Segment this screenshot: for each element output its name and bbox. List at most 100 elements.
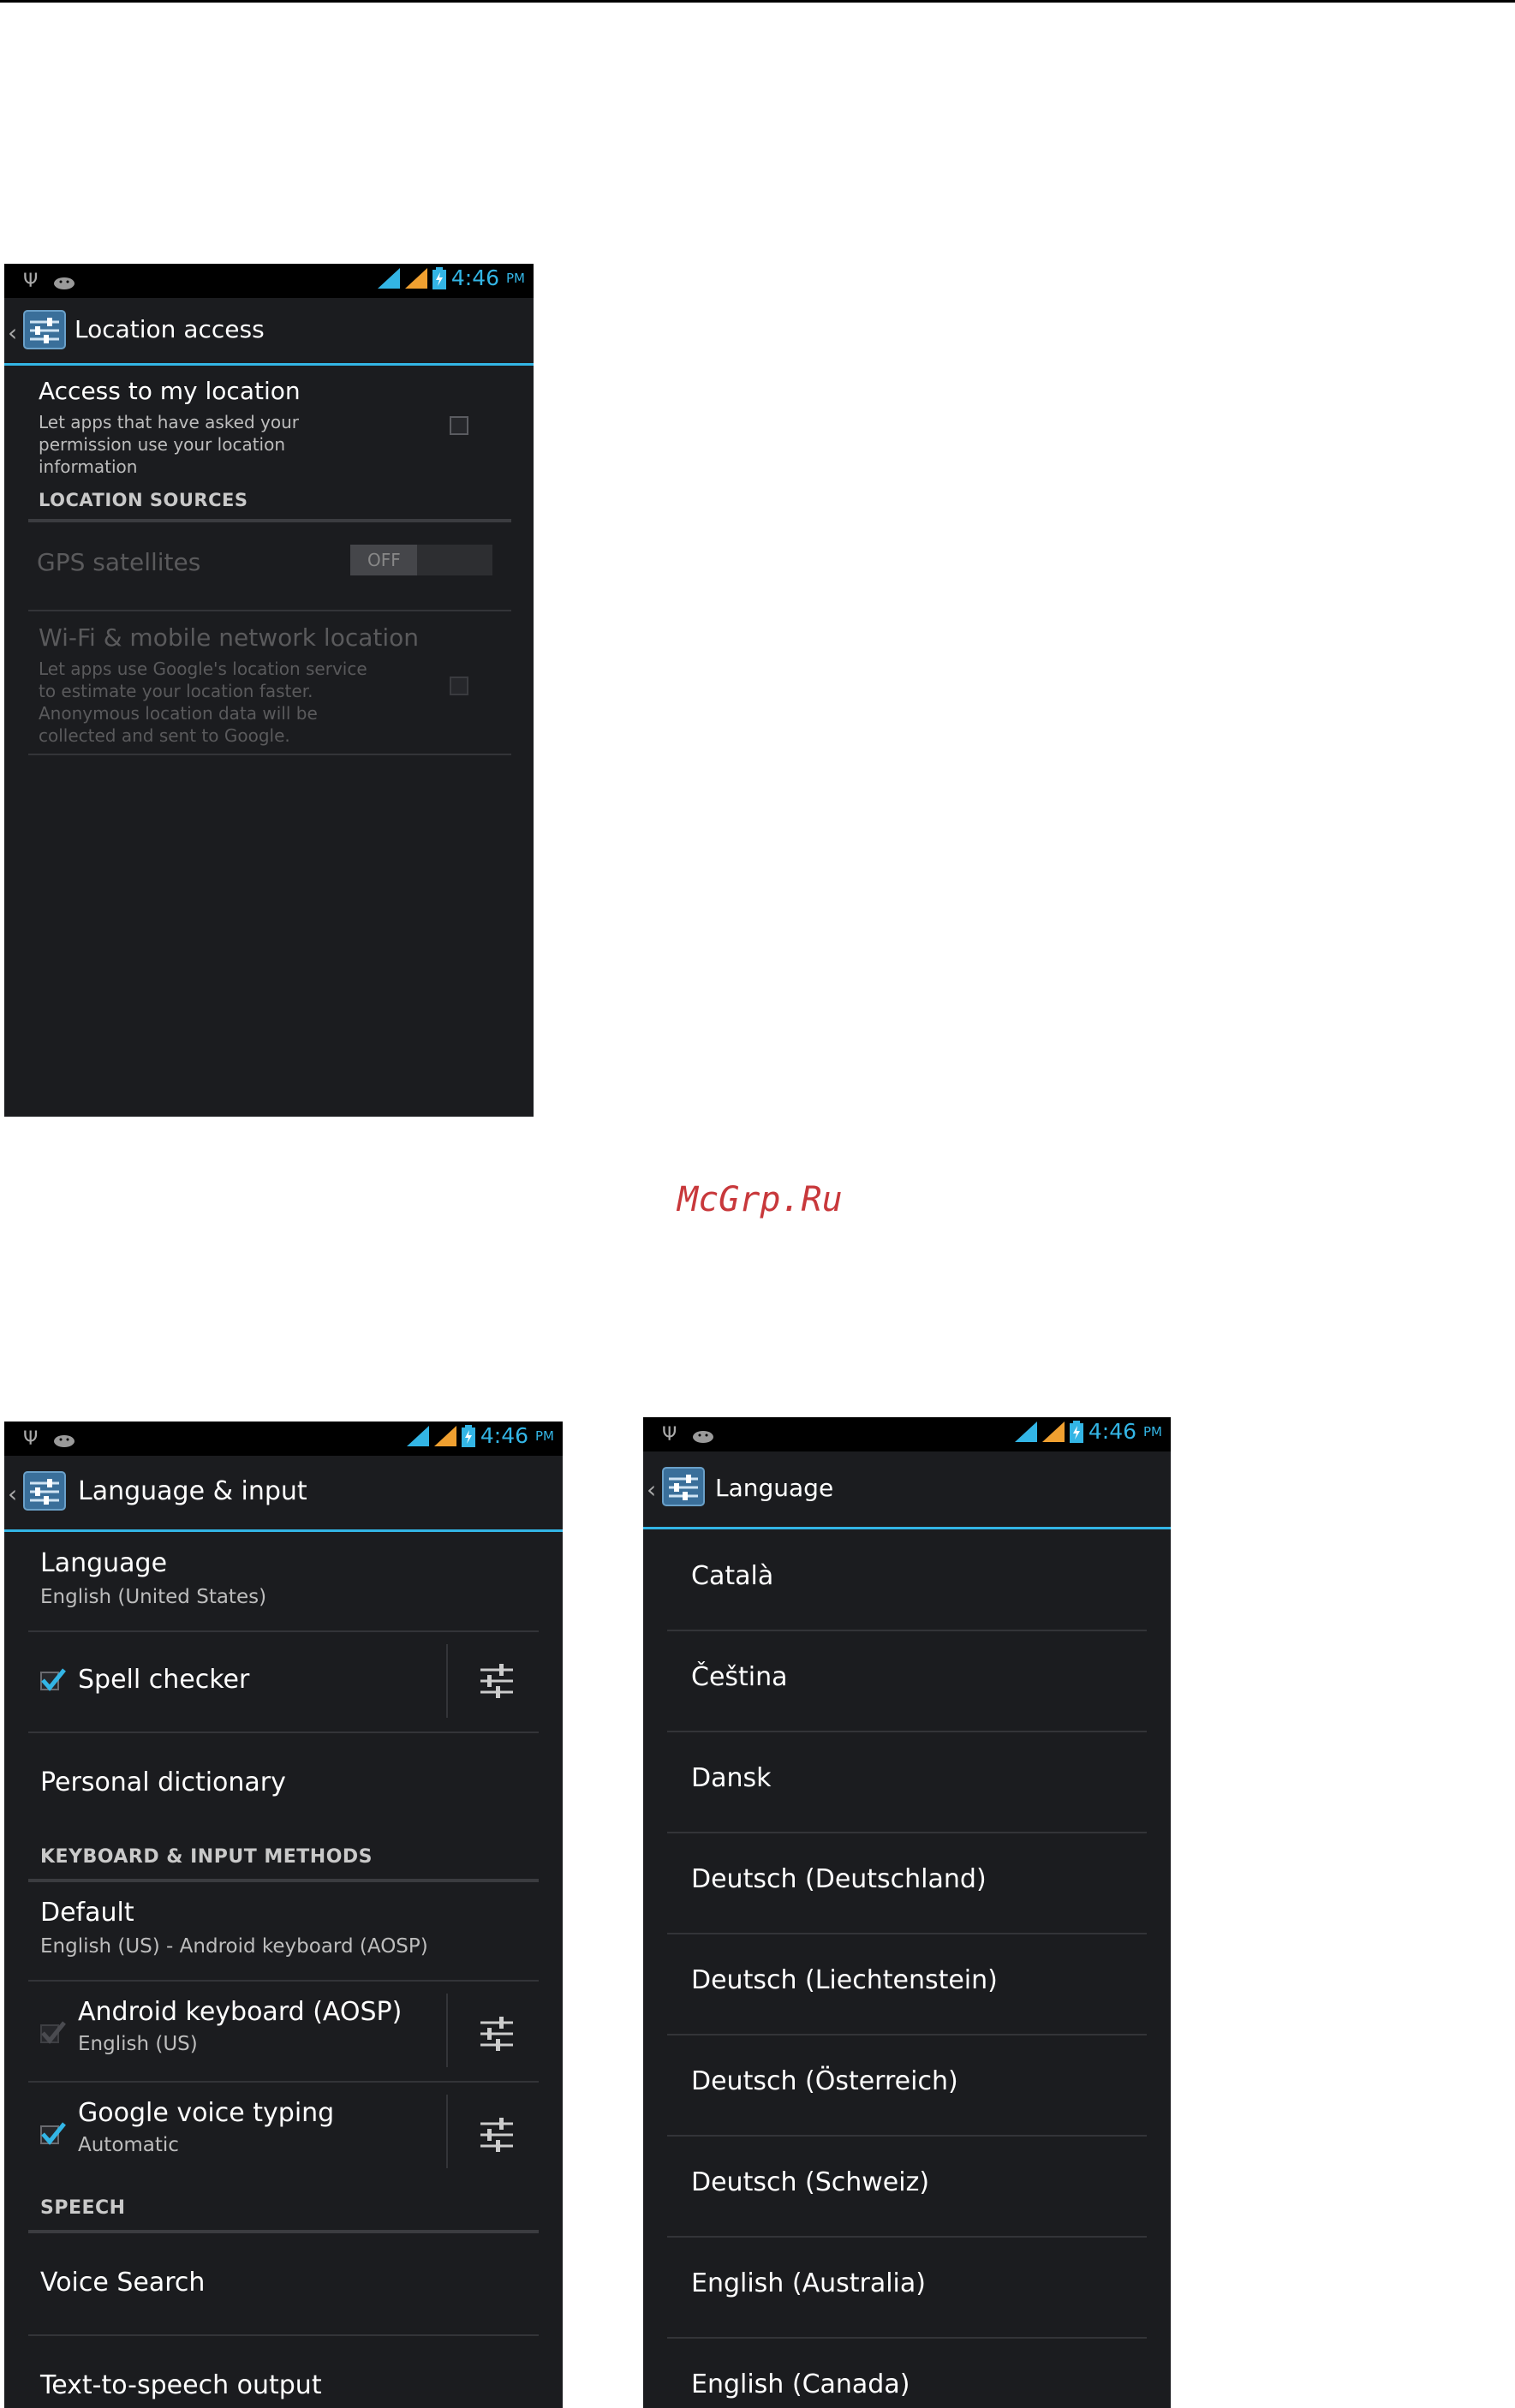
wifi-desc-line-1: Let apps use Google's location service xyxy=(39,659,367,679)
row-divider xyxy=(28,610,511,611)
signal-icon-2 xyxy=(433,1425,456,1446)
wifi-desc-line-3: Anonymous location data will be xyxy=(39,703,318,724)
language-item-label: Català xyxy=(691,1561,774,1591)
screen-title: Location access xyxy=(75,315,265,343)
android-icon xyxy=(693,1430,714,1443)
voice-search-label: Voice Search xyxy=(40,2268,206,2298)
tts-output-row[interactable]: Text-to-speech output xyxy=(4,2336,563,2408)
signal-icon-1 xyxy=(377,267,400,289)
signal-icon-1 xyxy=(1014,1421,1037,1442)
google-voice-title: Google voice typing xyxy=(78,2098,335,2128)
battery-icon xyxy=(1069,1420,1083,1443)
language-item[interactable]: English (Canada) xyxy=(643,2339,1171,2408)
spell-checker-label: Spell checker xyxy=(78,1665,250,1695)
battery-icon xyxy=(461,1424,475,1447)
android-keyboard-settings-icon[interactable] xyxy=(477,2014,516,2053)
spell-checker-settings-icon[interactable] xyxy=(477,1661,516,1701)
gps-row[interactable]: GPS satellites OFF xyxy=(4,522,534,598)
signal-icon-1 xyxy=(406,1425,429,1446)
status-ampm: PM xyxy=(535,1428,554,1444)
status-ampm: PM xyxy=(1143,1423,1162,1439)
back-chevron-icon[interactable]: ‹ xyxy=(8,319,17,347)
language-item[interactable]: Deutsch (Deutschland) xyxy=(643,1833,1171,1933)
android-keyboard-row[interactable]: Android keyboard (AOSP) English (US) xyxy=(4,1982,563,2081)
language-item[interactable]: English (Australia) xyxy=(643,2238,1171,2337)
access-desc-line-3: information xyxy=(39,456,138,477)
settings-separator xyxy=(446,2095,448,2168)
personal-dictionary-row[interactable]: Personal dictionary xyxy=(4,1733,563,1833)
wifi-desc-line-4: collected and sent to Google. xyxy=(39,725,290,746)
language-item[interactable]: Deutsch (Liechtenstein) xyxy=(643,1934,1171,2034)
usb-icon: Ψ xyxy=(23,271,39,292)
language-item[interactable]: Deutsch (Österreich) xyxy=(643,2035,1171,2135)
checkmark-icon xyxy=(41,2021,66,2044)
action-bar[interactable]: ‹ Language & input xyxy=(4,1456,563,1532)
toggle-label: OFF xyxy=(367,550,401,570)
watermark-text: McGrp.Ru xyxy=(677,1180,843,1219)
language-item-label: Čeština xyxy=(691,1662,788,1692)
wifi-desc-line-2: to estimate your location faster. xyxy=(39,681,313,701)
google-voice-typing-row[interactable]: Google voice typing Automatic xyxy=(4,2083,563,2182)
signal-icon-2 xyxy=(1041,1421,1065,1442)
wifi-location-row[interactable]: Wi-Fi & mobile network location Let apps… xyxy=(4,613,534,750)
row-divider xyxy=(28,754,511,755)
status-time: 4:46 xyxy=(1088,1419,1136,1444)
status-bar: Ψ 4:46 PM xyxy=(4,1422,563,1456)
language-title: Language xyxy=(40,1548,168,1578)
access-checkbox[interactable] xyxy=(450,416,468,435)
location-access-screen: Ψ 4:46 PM ‹ Location access Access to my … xyxy=(4,264,534,1117)
language-item-label: Deutsch (Deutschland) xyxy=(691,1864,987,1894)
google-voice-settings-icon[interactable] xyxy=(477,2115,516,2155)
action-bar[interactable]: ‹ Location access xyxy=(4,298,534,366)
category-location-sources: LOCATION SOURCES xyxy=(39,490,248,510)
voice-search-row[interactable]: Voice Search xyxy=(4,2233,563,2329)
language-item-label: English (Australia) xyxy=(691,2268,926,2298)
wifi-checkbox[interactable] xyxy=(450,677,468,695)
back-chevron-icon[interactable]: ‹ xyxy=(8,1480,17,1508)
settings-app-icon[interactable] xyxy=(662,1467,705,1506)
android-icon xyxy=(54,1434,75,1447)
spell-checker-checkbox[interactable] xyxy=(40,1668,66,1691)
google-voice-checkbox[interactable] xyxy=(40,2122,66,2145)
language-item[interactable]: Dansk xyxy=(643,1732,1171,1832)
gps-label: GPS satellites xyxy=(37,548,201,576)
android-keyboard-subtitle: English (US) xyxy=(78,2033,198,2055)
settings-app-icon[interactable] xyxy=(23,1471,66,1511)
settings-separator xyxy=(446,1994,448,2067)
android-icon xyxy=(54,277,75,289)
status-bar: Ψ 4:46 PM xyxy=(4,264,534,298)
android-keyboard-checkbox[interactable] xyxy=(40,2021,66,2044)
google-voice-subtitle: Automatic xyxy=(78,2134,179,2156)
wifi-title: Wi-Fi & mobile network location xyxy=(39,623,420,652)
signal-icon-2 xyxy=(404,267,427,289)
language-item-label: Deutsch (Österreich) xyxy=(691,2066,958,2096)
checkmark-icon xyxy=(41,1668,66,1691)
settings-app-icon[interactable] xyxy=(23,310,66,349)
checkmark-icon xyxy=(41,2122,66,2145)
language-item[interactable]: Deutsch (Schweiz) xyxy=(643,2137,1171,2236)
language-item-label: Deutsch (Liechtenstein) xyxy=(691,1965,998,1995)
language-item[interactable]: Català xyxy=(643,1530,1171,1630)
access-to-location-row[interactable]: Access to my location Let apps that have… xyxy=(4,367,534,495)
gps-toggle[interactable]: OFF xyxy=(350,545,492,575)
status-bar: Ψ 4:46 PM xyxy=(643,1417,1171,1451)
status-time: 4:46 xyxy=(480,1423,528,1448)
action-bar[interactable]: ‹ Language xyxy=(643,1451,1171,1529)
language-item-label: Dansk xyxy=(691,1763,772,1793)
page-top-rule xyxy=(0,0,1515,3)
screen-title: Language & input xyxy=(78,1476,307,1506)
language-item-label: English (Canada) xyxy=(691,2369,910,2399)
default-keyboard-row[interactable]: Default English (US) - Android keyboard … xyxy=(4,1882,563,1980)
language-subtitle: English (United States) xyxy=(40,1586,267,1608)
spell-checker-row[interactable]: Spell checker xyxy=(4,1632,563,1731)
language-item[interactable]: Čeština xyxy=(643,1631,1171,1731)
back-chevron-icon[interactable]: ‹ xyxy=(647,1475,656,1504)
default-subtitle: English (US) - Android keyboard (AOSP) xyxy=(40,1935,428,1958)
language-row[interactable]: Language English (United States) xyxy=(4,1533,563,1634)
personal-dictionary-label: Personal dictionary xyxy=(40,1767,286,1797)
access-desc-line-1: Let apps that have asked your xyxy=(39,412,299,432)
tts-label: Text-to-speech output xyxy=(40,2370,322,2400)
access-desc-line-2: permission use your location xyxy=(39,434,286,455)
battery-icon xyxy=(432,266,446,289)
language-item-label: Deutsch (Schweiz) xyxy=(691,2167,930,2197)
